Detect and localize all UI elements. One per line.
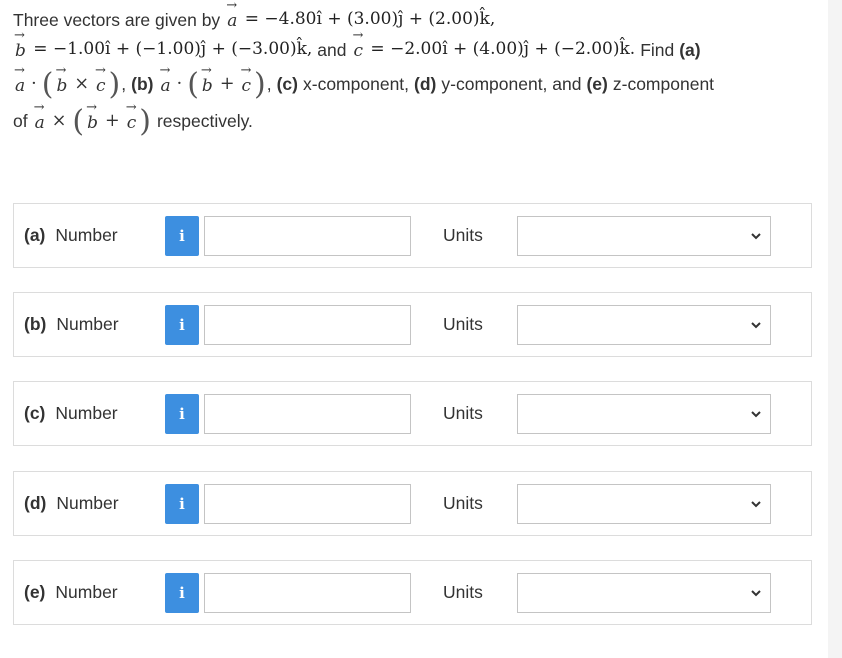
part-c-marker: (c) xyxy=(276,74,298,95)
units-label: Units xyxy=(443,493,483,513)
question-line-2: b = −1.00î + (−1.00)ĵ + (−3.00)k̂, and c… xyxy=(13,27,813,66)
open-paren: ( xyxy=(187,66,199,102)
and-text: and xyxy=(317,39,347,60)
number-label: Number xyxy=(55,582,118,602)
vector-c-symbol: c xyxy=(353,27,363,64)
part-b-marker: (b) xyxy=(131,74,154,95)
vector-a-symbol: a xyxy=(159,62,170,99)
open-paren: ( xyxy=(72,103,85,139)
chevron-down-icon xyxy=(751,322,761,329)
number-label: Number xyxy=(56,493,119,513)
plus-operator: + xyxy=(219,74,235,95)
vector-c-symbol: c xyxy=(241,62,251,99)
part-marker: (b) xyxy=(24,314,47,334)
close-paren: ) xyxy=(254,66,266,102)
vector-a-symbol: a xyxy=(14,62,25,99)
find-text: Find xyxy=(640,39,675,60)
e-component-text: z-component xyxy=(612,74,715,95)
question-line-1: Three vectors are given by a = −4.80î + … xyxy=(13,0,813,34)
of-text: of xyxy=(13,111,28,132)
dot-operator: · xyxy=(31,74,37,95)
part-marker: (a) xyxy=(24,225,46,245)
vector-c-expression: −2.00î + (4.00)ĵ + (−2.00)k̂. xyxy=(390,39,636,60)
vector-b-symbol: b xyxy=(55,62,67,99)
vector-b-symbol: b xyxy=(86,99,98,136)
vector-a-expression: −4.80î + (3.00)ĵ + (2.00)k̂, xyxy=(264,9,496,30)
units-dropdown[interactable] xyxy=(517,484,771,524)
units-dropdown[interactable] xyxy=(517,394,771,434)
units-label: Units xyxy=(443,314,483,334)
open-paren: ( xyxy=(41,66,54,102)
answer-label: (b) Number xyxy=(24,314,119,335)
comma: , xyxy=(266,74,272,95)
vector-b-expression: −1.00î + (−1.00)ĵ + (−3.00)k̂, xyxy=(52,39,313,60)
cross-operator: × xyxy=(74,74,89,95)
answer-label: (d) Number xyxy=(24,493,119,514)
vector-b-symbol: b xyxy=(14,27,26,64)
units-label: Units xyxy=(443,582,483,602)
units-dropdown[interactable] xyxy=(517,216,771,256)
units-label: Units xyxy=(443,403,483,423)
answer-row-b: (b) Number i Units xyxy=(13,292,812,357)
respectively-text: respectively. xyxy=(156,111,253,132)
answer-label: (a) Number xyxy=(24,225,118,246)
part-e-marker: (e) xyxy=(586,74,608,95)
part-a-marker: (a) xyxy=(679,39,701,60)
answer-row-a: (a) Number i Units xyxy=(13,203,812,268)
units-dropdown[interactable] xyxy=(517,305,771,345)
equals-sign: = xyxy=(365,39,391,60)
d-component-text: y-component, and xyxy=(441,74,582,95)
question-line-3: a · ( b × c ) , (b) a · ( b + c ) , (c) … xyxy=(13,62,813,103)
vector-a-symbol: a xyxy=(34,99,45,136)
vector-c-symbol: c xyxy=(126,99,136,136)
part-marker: (d) xyxy=(24,493,47,513)
plus-operator: + xyxy=(105,111,120,132)
close-paren: ) xyxy=(139,103,151,139)
question-text: Three vectors are given by a = −4.80î + … xyxy=(13,0,813,140)
number-input[interactable] xyxy=(204,484,411,524)
right-scroll-strip xyxy=(828,0,842,658)
chevron-down-icon xyxy=(751,411,761,418)
c-component-text: x-component, xyxy=(303,74,410,95)
chevron-down-icon xyxy=(751,233,761,240)
info-icon-button[interactable]: i xyxy=(165,216,199,256)
info-icon-button[interactable]: i xyxy=(165,573,199,613)
equals-sign: = xyxy=(27,39,53,60)
number-input[interactable] xyxy=(204,305,411,345)
chevron-down-icon xyxy=(751,590,761,597)
dot-operator: · xyxy=(176,74,183,95)
part-marker: (e) xyxy=(24,582,46,602)
info-icon-button[interactable]: i xyxy=(165,305,199,345)
number-label: Number xyxy=(55,403,118,423)
chevron-down-icon xyxy=(751,501,761,508)
intro-text: Three vectors are given by xyxy=(13,9,221,30)
answer-row-e: (e) Number i Units xyxy=(13,560,812,625)
units-label: Units xyxy=(443,225,483,245)
number-label: Number xyxy=(56,314,119,334)
comma: , xyxy=(121,74,127,95)
number-input[interactable] xyxy=(204,394,411,434)
number-input[interactable] xyxy=(204,216,411,256)
answer-row-c: (c) Number i Units xyxy=(13,381,812,446)
units-dropdown[interactable] xyxy=(517,573,771,613)
equals-sign: = xyxy=(239,9,265,30)
answer-row-d: (d) Number i Units xyxy=(13,471,812,536)
answer-label: (c) Number xyxy=(24,403,118,424)
number-label: Number xyxy=(55,225,118,245)
question-line-4: of a × ( b + c ) respectively. xyxy=(13,99,813,140)
part-marker: (c) xyxy=(24,403,46,423)
info-icon-button[interactable]: i xyxy=(165,484,199,524)
close-paren: ) xyxy=(108,66,121,102)
part-d-marker: (d) xyxy=(414,74,437,95)
cross-operator: × xyxy=(51,111,67,132)
vector-a-symbol: a xyxy=(226,0,237,34)
vector-c-symbol: c xyxy=(95,62,105,99)
info-icon-button[interactable]: i xyxy=(165,394,199,434)
vector-b-symbol: b xyxy=(201,62,213,99)
number-input[interactable] xyxy=(204,573,411,613)
answer-label: (e) Number xyxy=(24,582,118,603)
